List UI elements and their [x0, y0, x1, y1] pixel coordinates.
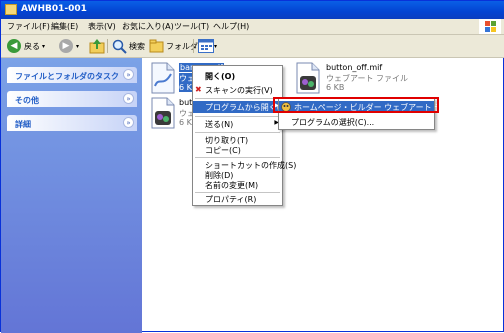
back-label: 戻る [24, 41, 40, 51]
forward-arrow-icon: ▶ [59, 39, 73, 53]
menu-separator [195, 157, 280, 158]
file-size: 6 KB [326, 83, 345, 92]
chevron-down-icon[interactable]: » [123, 93, 134, 104]
views-dropdown-icon: ▾ [214, 42, 218, 50]
menu-open[interactable]: 開く(O) [193, 70, 282, 82]
task-other[interactable]: その他 » [7, 91, 137, 107]
task-file-folder[interactable]: ファイルとフォルダのタスク » [7, 67, 137, 83]
explorer-window: AWHB01-001 ファイル(F) 編集(E) 表示(V) お気に入り(A) … [0, 0, 504, 333]
folders-icon [149, 39, 164, 53]
mif-file-icon [151, 62, 175, 94]
task-details[interactable]: 詳細 » [7, 115, 137, 131]
menu-tools[interactable]: ツール(T) [174, 21, 209, 32]
menu-choose-program[interactable]: プログラムの選択(C)... [279, 116, 434, 128]
title-bar[interactable]: AWHB01-001 [1, 1, 504, 19]
menu-favorites[interactable]: お気に入り(A) [122, 21, 174, 32]
callout-highlight [273, 97, 439, 113]
forward-button[interactable]: ▶ ▾ [59, 38, 79, 54]
scan-icon: ✖ [195, 85, 202, 94]
menu-open-with[interactable]: プログラムから開く(H) ▶ [193, 101, 289, 113]
back-dropdown-icon: ▾ [42, 42, 46, 50]
views-icon [198, 39, 214, 53]
menu-separator [195, 116, 280, 117]
windows-logo-icon [479, 19, 501, 34]
task-label: 詳細 [15, 120, 31, 129]
search-icon [112, 39, 127, 54]
file-size: 6 K [179, 83, 192, 92]
back-arrow-icon: ◀ [7, 39, 21, 53]
toolbar-separator [107, 39, 108, 53]
mif-file-icon [151, 97, 175, 129]
menu-separator [195, 132, 280, 133]
back-button[interactable]: ◀ 戻る ▾ [7, 38, 45, 54]
up-folder-icon [89, 39, 105, 54]
forward-dropdown-icon: ▾ [76, 42, 80, 50]
chevron-down-icon[interactable]: » [123, 117, 134, 128]
menu-bar: ファイル(F) 編集(E) 表示(V) お気に入り(A) ツール(T) ヘルプ(… [1, 19, 504, 35]
up-folder-button[interactable] [89, 38, 105, 54]
search-label: 検索 [129, 41, 145, 51]
task-label: その他 [15, 96, 39, 105]
menu-copy[interactable]: コピー(C) [193, 144, 282, 156]
menu-edit[interactable]: 編集(E) [51, 21, 78, 32]
menu-separator [195, 98, 280, 99]
menu-file[interactable]: ファイル(F) [7, 21, 50, 32]
menu-scan[interactable]: ✖ スキャンの実行(V) [193, 84, 282, 96]
search-button[interactable]: 検索 [112, 38, 145, 54]
toolbar-separator [193, 39, 194, 53]
context-menu: 開く(O) ✖ スキャンの実行(V) プログラムから開く(H) ▶ 送る(N) … [192, 65, 296, 206]
menu-rename[interactable]: 名前の変更(M) [193, 179, 282, 191]
folders-button[interactable]: フォルダ [149, 38, 198, 54]
task-label: ファイルとフォルダのタスク [15, 72, 119, 81]
menu-send-to[interactable]: 送る(N) ▶ [193, 118, 282, 130]
window-title: AWHB01-001 [21, 4, 87, 14]
file-item-button-off[interactable]: button_off.mif ウェブアート ファイル 6 KB [296, 62, 436, 102]
folder-icon [5, 4, 17, 15]
menu-properties[interactable]: プロパティ(R) [193, 193, 282, 205]
views-button[interactable]: ▾ [198, 38, 217, 54]
mif-file-icon [296, 62, 320, 94]
menu-help[interactable]: ヘルプ(H) [213, 21, 249, 32]
file-size: 6 K [179, 118, 192, 127]
chevron-down-icon[interactable]: » [123, 69, 134, 80]
menu-view[interactable]: 表示(V) [88, 21, 116, 32]
task-pane: ファイルとフォルダのタスク » その他 » 詳細 » [1, 58, 142, 333]
toolbar: ◀ 戻る ▾ ▶ ▾ 検索 フォルダ ▾ [1, 35, 504, 58]
file-name: button_off.mif [326, 63, 383, 72]
